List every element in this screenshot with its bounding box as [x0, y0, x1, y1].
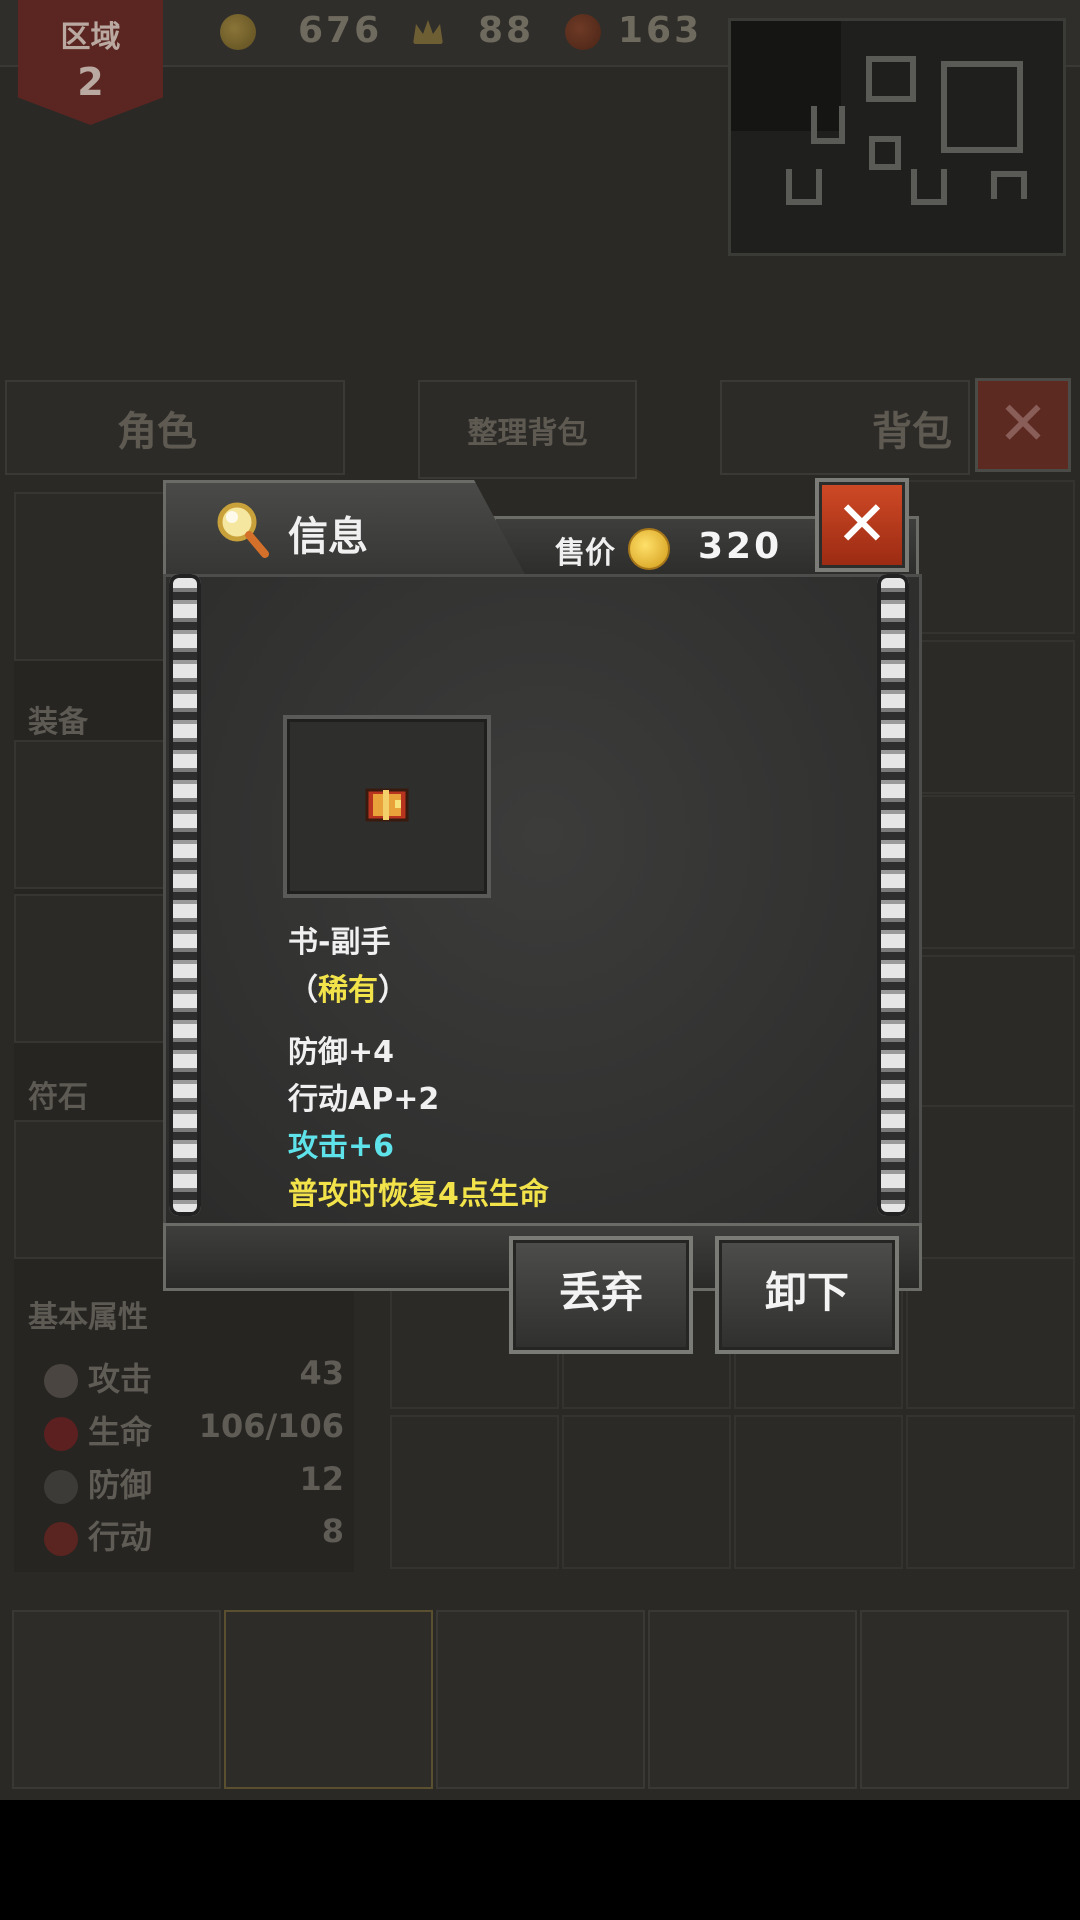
- tab-sort-bag[interactable]: 整理背包: [418, 380, 637, 479]
- tab-bag[interactable]: 背包: [720, 380, 970, 475]
- unequip-button[interactable]: 卸下: [715, 1236, 899, 1354]
- attr-defense: 防御 12: [44, 1460, 344, 1506]
- attr-attack-name: 攻击: [88, 1360, 153, 1398]
- coin-icon: [628, 528, 670, 570]
- price-value: 320: [698, 526, 783, 567]
- attr-attack-value: 43: [299, 1354, 344, 1392]
- attributes-title: 基本属性: [28, 1300, 148, 1335]
- attr-attack: 攻击 43: [44, 1354, 344, 1400]
- party-slot[interactable]: [12, 1610, 221, 1789]
- rarity-close-paren: ）: [378, 973, 408, 1008]
- bag-tabbar: 角色 整理背包 背包: [0, 380, 1080, 479]
- left-chain: [169, 574, 201, 1216]
- attr-defense-value: 12: [299, 1460, 344, 1498]
- discard-button[interactable]: 丢弃: [509, 1236, 693, 1354]
- coin-count: 676: [298, 10, 383, 51]
- bag-slot[interactable]: [906, 1255, 1075, 1409]
- minimap[interactable]: [728, 18, 1066, 256]
- bag-slot[interactable]: [906, 1105, 1075, 1259]
- item-icon-frame: [283, 715, 491, 898]
- equipment-slot-armor[interactable]: [14, 894, 168, 1043]
- bag-slot[interactable]: [906, 1415, 1075, 1569]
- bottom-letterbox: [0, 1800, 1080, 1920]
- heart-icon: [44, 1417, 78, 1451]
- item-info-dialog: 信息 售价 320 书-副手 （稀有） 防御+4 行动AP+2 攻击+6 普攻时…: [163, 478, 922, 1354]
- region-badge: 区域 2: [18, 0, 163, 125]
- attr-action-value: 8: [321, 1512, 344, 1550]
- meat-count: 163: [618, 10, 703, 51]
- price-label: 售价: [555, 536, 615, 571]
- party-slot[interactable]: [436, 1610, 645, 1789]
- dialog-title: 信息: [288, 514, 368, 560]
- action-icon: [44, 1522, 78, 1556]
- attack-icon: [44, 1364, 78, 1398]
- stat-line: 防御+4: [288, 1035, 395, 1070]
- attr-hp-name: 生命: [88, 1413, 153, 1451]
- stat-line: 攻击+6: [288, 1129, 395, 1164]
- dialog-body: 书-副手 （稀有） 防御+4 行动AP+2 攻击+6 普攻时恢复4点生命: [163, 574, 922, 1228]
- tab-sort-bag-label: 整理背包: [467, 415, 588, 451]
- party-slot-selected[interactable]: [224, 1610, 433, 1789]
- tab-character[interactable]: 角色: [5, 380, 345, 475]
- bag-slot[interactable]: [906, 640, 1075, 794]
- coin-icon: [220, 14, 256, 50]
- item-name: 书-副手: [288, 925, 391, 960]
- shield-icon: [44, 1470, 78, 1504]
- bag-slot[interactable]: [562, 1415, 731, 1569]
- bag-slot[interactable]: [906, 480, 1075, 634]
- crown-count: 88: [478, 10, 535, 51]
- crown-icon: [413, 20, 443, 44]
- bag-slot[interactable]: [390, 1415, 559, 1569]
- attr-hp: 生命 106/106: [44, 1407, 344, 1453]
- party-slot[interactable]: [648, 1610, 857, 1789]
- item-rarity: （稀有）: [288, 965, 408, 1009]
- equipment-title: 装备: [28, 705, 88, 740]
- rarity-text: 稀有: [318, 973, 378, 1008]
- attr-action: 行动 8: [44, 1512, 344, 1558]
- magnifier-icon: [217, 502, 269, 558]
- stat-line: 普攻时恢复4点生命: [288, 1177, 549, 1212]
- rune-slot[interactable]: [14, 1120, 168, 1259]
- book-icon: [365, 788, 409, 822]
- attr-action-name: 行动: [88, 1518, 153, 1556]
- party-slot[interactable]: [860, 1610, 1069, 1789]
- stat-line: 行动AP+2: [288, 1082, 440, 1117]
- rarity-open-paren: （: [288, 973, 318, 1008]
- tab-character-label: 角色: [117, 408, 197, 455]
- attr-hp-value: 106/106: [198, 1407, 344, 1445]
- bag-slot[interactable]: [906, 795, 1075, 949]
- game-screen: 区域 2 676 88 163 角色 整理背包 背包 ✕ 装备 符石 基本属性 …: [0, 0, 1080, 1800]
- bag-slot[interactable]: [734, 1415, 903, 1569]
- close-button[interactable]: ✕: [815, 478, 909, 572]
- meat-icon: [565, 14, 601, 50]
- region-number: 2: [77, 60, 104, 104]
- attr-defense-name: 防御: [88, 1466, 153, 1504]
- rune-title: 符石: [28, 1080, 88, 1115]
- tab-bag-label: 背包: [872, 408, 952, 455]
- equipment-slot-weapon[interactable]: [14, 740, 168, 889]
- bag-close-button[interactable]: ✕: [975, 378, 1071, 472]
- bag-slot[interactable]: [906, 955, 1075, 1109]
- right-chain: [877, 574, 909, 1216]
- character-portrait: [14, 492, 168, 661]
- region-label: 区域: [60, 20, 121, 55]
